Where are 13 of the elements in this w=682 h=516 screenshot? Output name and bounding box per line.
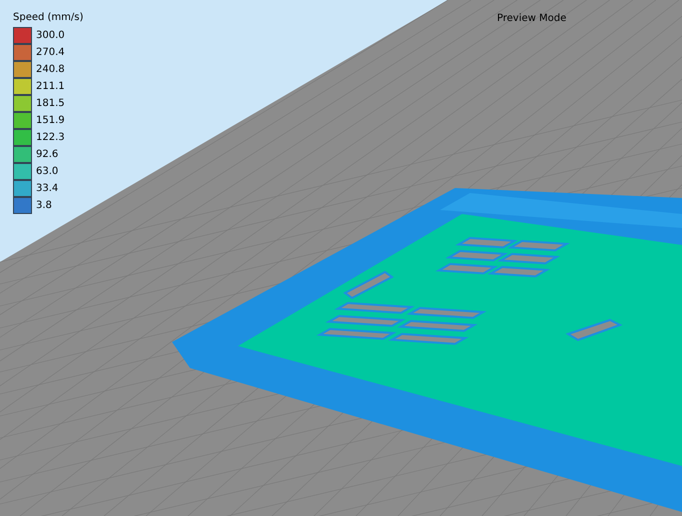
legend-value: 300.0 bbox=[36, 30, 65, 41]
preview-mode-label: Preview Mode bbox=[497, 13, 566, 24]
legend-value: 92.6 bbox=[36, 149, 58, 160]
legend-value: 270.4 bbox=[36, 47, 65, 58]
legend-value: 63.0 bbox=[36, 166, 58, 177]
legend-value: 151.9 bbox=[36, 115, 65, 126]
legend-title: Speed (mm/s) bbox=[13, 12, 84, 23]
legend-value: 33.4 bbox=[36, 183, 58, 194]
legend-value: 211.1 bbox=[36, 81, 65, 92]
legend-value: 3.8 bbox=[36, 200, 52, 211]
legend-value: 181.5 bbox=[36, 98, 65, 109]
legend-value: 122.3 bbox=[36, 132, 65, 143]
legend-value: 240.8 bbox=[36, 64, 65, 75]
